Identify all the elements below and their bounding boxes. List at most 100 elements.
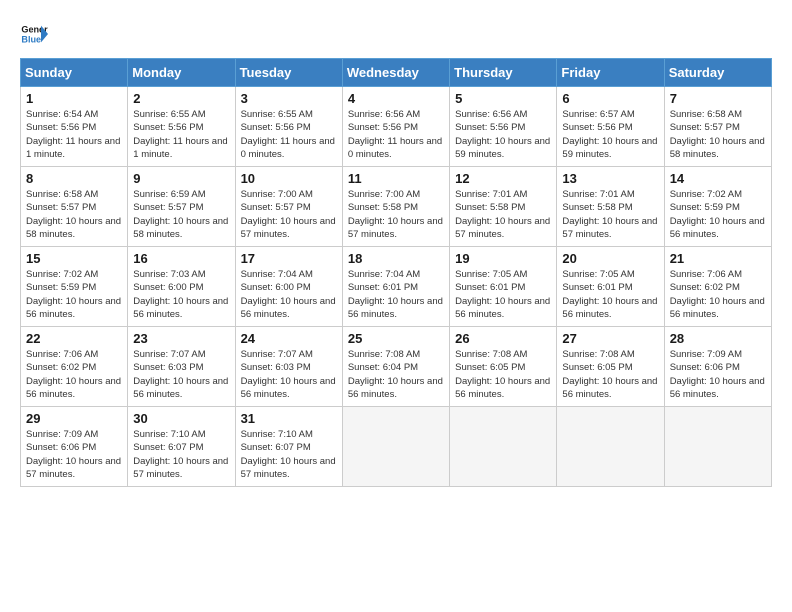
day-info: Sunrise: 6:56 AMSunset: 5:56 PMDaylight:… [455,108,551,161]
day-cell-22: 22Sunrise: 7:06 AMSunset: 6:02 PMDayligh… [21,327,128,407]
calendar-table: SundayMondayTuesdayWednesdayThursdayFrid… [20,58,772,487]
day-info: Sunrise: 6:55 AMSunset: 5:56 PMDaylight:… [133,108,229,161]
col-header-wednesday: Wednesday [342,59,449,87]
calendar-header: SundayMondayTuesdayWednesdayThursdayFrid… [21,59,772,87]
day-cell-24: 24 Sunrise: 7:07 AMSunset: 6:03 PMDayligh… [235,327,342,407]
col-header-monday: Monday [128,59,235,87]
day-cell-26: 26 Sunrise: 7:08 AMSunset: 6:05 PMDayligh… [450,327,557,407]
day-cell-8: 8Sunrise: 6:58 AMSunset: 5:57 PMDaylight… [21,167,128,247]
week-row-5: 29Sunrise: 7:09 AMSunset: 6:06 PMDayligh… [21,407,772,487]
day-info: Sunrise: 6:56 AMSunset: 5:56 PMDaylight:… [348,108,444,161]
day-cell-25: 25 Sunrise: 7:08 AMSunset: 6:04 PMDayligh… [342,327,449,407]
day-cell-27: 27 Sunrise: 7:08 AMSunset: 6:05 PMDayligh… [557,327,664,407]
day-info: Sunrise: 6:54 AMSunset: 5:56 PMDaylight:… [26,108,122,161]
day-number: 8 [26,171,122,186]
day-info: Sunrise: 7:06 AMSunset: 6:02 PMDaylight:… [670,268,766,321]
day-info: Sunrise: 7:07 AMSunset: 6:03 PMDaylight:… [133,348,229,401]
day-cell-4: 4 Sunrise: 6:56 AMSunset: 5:56 PMDaylight… [342,87,449,167]
day-info: Sunrise: 7:06 AMSunset: 6:02 PMDaylight:… [26,348,122,401]
day-number: 20 [562,251,658,266]
day-number: 27 [562,331,658,346]
day-cell-21: 21 Sunrise: 7:06 AMSunset: 6:02 PMDayligh… [664,247,771,327]
day-number: 16 [133,251,229,266]
day-number: 24 [241,331,337,346]
day-cell-31: 31Sunrise: 7:10 AMSunset: 6:07 PMDayligh… [235,407,342,487]
day-cell-17: 17Sunrise: 7:04 AMSunset: 6:00 PMDayligh… [235,247,342,327]
day-number: 28 [670,331,766,346]
day-info: Sunrise: 7:09 AMSunset: 6:06 PMDaylight:… [26,428,122,481]
day-number: 4 [348,91,444,106]
day-info: Sunrise: 6:59 AMSunset: 5:57 PMDaylight:… [133,188,229,241]
empty-cell [557,407,664,487]
day-cell-9: 9 Sunrise: 6:59 AMSunset: 5:57 PMDaylight… [128,167,235,247]
day-info: Sunrise: 7:01 AMSunset: 5:58 PMDaylight:… [455,188,551,241]
day-info: Sunrise: 6:57 AMSunset: 5:56 PMDaylight:… [562,108,658,161]
day-number: 10 [241,171,337,186]
day-cell-7: 7 Sunrise: 6:58 AMSunset: 5:57 PMDaylight… [664,87,771,167]
header: General Blue [20,20,772,48]
day-cell-28: 28 Sunrise: 7:09 AMSunset: 6:06 PMDayligh… [664,327,771,407]
day-cell-12: 12 Sunrise: 7:01 AMSunset: 5:58 PMDayligh… [450,167,557,247]
day-number: 13 [562,171,658,186]
day-cell-20: 20Sunrise: 7:05 AMSunset: 6:01 PMDayligh… [557,247,664,327]
day-info: Sunrise: 7:05 AMSunset: 6:01 PMDaylight:… [455,268,551,321]
day-info: Sunrise: 7:08 AMSunset: 6:05 PMDaylight:… [455,348,551,401]
day-cell-1: 1 Sunrise: 6:54 AMSunset: 5:56 PMDaylight… [21,87,128,167]
day-number: 21 [670,251,766,266]
day-number: 14 [670,171,766,186]
day-info: Sunrise: 7:02 AMSunset: 5:59 PMDaylight:… [670,188,766,241]
day-info: Sunrise: 6:58 AMSunset: 5:57 PMDaylight:… [670,108,766,161]
day-info: Sunrise: 7:08 AMSunset: 6:05 PMDaylight:… [562,348,658,401]
col-header-thursday: Thursday [450,59,557,87]
day-info: Sunrise: 7:04 AMSunset: 6:00 PMDaylight:… [241,268,337,321]
day-cell-29: 29Sunrise: 7:09 AMSunset: 6:06 PMDayligh… [21,407,128,487]
day-info: Sunrise: 7:07 AMSunset: 6:03 PMDaylight:… [241,348,337,401]
day-info: Sunrise: 7:03 AMSunset: 6:00 PMDaylight:… [133,268,229,321]
day-cell-16: 16 Sunrise: 7:03 AMSunset: 6:00 PMDayligh… [128,247,235,327]
day-number: 25 [348,331,444,346]
day-number: 26 [455,331,551,346]
day-cell-18: 18 Sunrise: 7:04 AMSunset: 6:01 PMDayligh… [342,247,449,327]
day-number: 9 [133,171,229,186]
day-number: 2 [133,91,229,106]
day-number: 15 [26,251,122,266]
empty-cell [450,407,557,487]
week-row-3: 15Sunrise: 7:02 AMSunset: 5:59 PMDayligh… [21,247,772,327]
day-cell-3: 3Sunrise: 6:55 AMSunset: 5:56 PMDaylight… [235,87,342,167]
day-number: 30 [133,411,229,426]
day-number: 23 [133,331,229,346]
day-cell-13: 13 Sunrise: 7:01 AMSunset: 5:58 PMDayligh… [557,167,664,247]
day-info: Sunrise: 7:01 AMSunset: 5:58 PMDaylight:… [562,188,658,241]
day-info: Sunrise: 7:09 AMSunset: 6:06 PMDaylight:… [670,348,766,401]
week-row-1: 1 Sunrise: 6:54 AMSunset: 5:56 PMDaylight… [21,87,772,167]
day-cell-2: 2 Sunrise: 6:55 AMSunset: 5:56 PMDaylight… [128,87,235,167]
day-cell-19: 19Sunrise: 7:05 AMSunset: 6:01 PMDayligh… [450,247,557,327]
col-header-friday: Friday [557,59,664,87]
day-info: Sunrise: 6:55 AMSunset: 5:56 PMDaylight:… [241,108,337,161]
day-info: Sunrise: 7:08 AMSunset: 6:04 PMDaylight:… [348,348,444,401]
week-row-2: 8Sunrise: 6:58 AMSunset: 5:57 PMDaylight… [21,167,772,247]
day-number: 12 [455,171,551,186]
svg-text:Blue: Blue [21,34,41,44]
empty-cell [664,407,771,487]
day-cell-5: 5 Sunrise: 6:56 AMSunset: 5:56 PMDaylight… [450,87,557,167]
day-number: 18 [348,251,444,266]
day-cell-11: 11Sunrise: 7:00 AMSunset: 5:58 PMDayligh… [342,167,449,247]
day-number: 7 [670,91,766,106]
day-cell-10: 10 Sunrise: 7:00 AMSunset: 5:57 PMDayligh… [235,167,342,247]
day-number: 5 [455,91,551,106]
logo: General Blue [20,20,48,48]
day-info: Sunrise: 7:10 AMSunset: 6:07 PMDaylight:… [133,428,229,481]
col-header-tuesday: Tuesday [235,59,342,87]
day-info: Sunrise: 7:00 AMSunset: 5:57 PMDaylight:… [241,188,337,241]
week-row-4: 22Sunrise: 7:06 AMSunset: 6:02 PMDayligh… [21,327,772,407]
day-number: 31 [241,411,337,426]
day-number: 1 [26,91,122,106]
day-cell-14: 14 Sunrise: 7:02 AMSunset: 5:59 PMDayligh… [664,167,771,247]
day-info: Sunrise: 7:04 AMSunset: 6:01 PMDaylight:… [348,268,444,321]
empty-cell [342,407,449,487]
day-cell-15: 15Sunrise: 7:02 AMSunset: 5:59 PMDayligh… [21,247,128,327]
logo-icon: General Blue [20,20,48,48]
day-info: Sunrise: 7:00 AMSunset: 5:58 PMDaylight:… [348,188,444,241]
day-number: 6 [562,91,658,106]
